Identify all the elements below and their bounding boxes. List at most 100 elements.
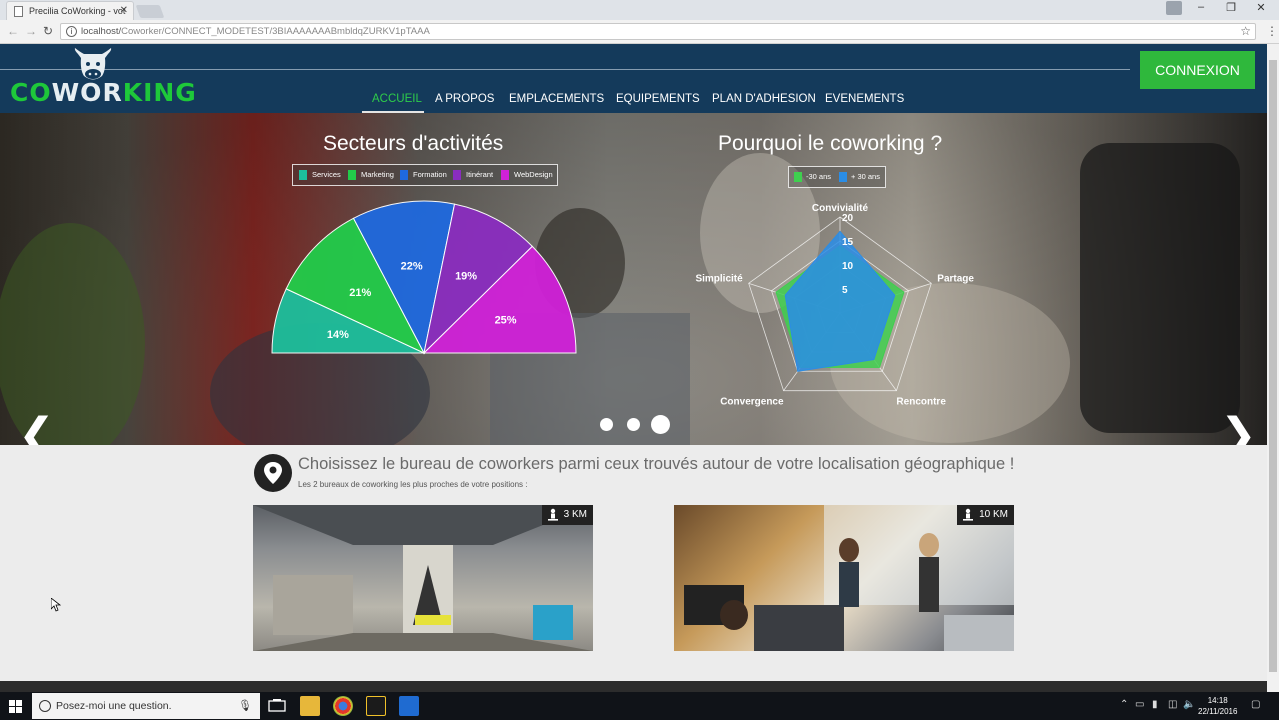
address-bar-row: ← → ↻ i localhost/Coworker/CONNECT_MODET… bbox=[0, 20, 1279, 44]
office-card-1[interactable]: 3 KM bbox=[253, 505, 593, 651]
radar-tick-label: 15 bbox=[842, 237, 854, 248]
browser-menu-icon[interactable]: ⋮ bbox=[1266, 24, 1278, 38]
browser-tab-bar: Precilia CoWorking - vot ✕ – ❐ ✕ bbox=[0, 0, 1279, 20]
legend-swatch-itinerant bbox=[453, 170, 461, 180]
logo-part-co: CO bbox=[10, 78, 52, 107]
radar-tick-label: 5 bbox=[842, 285, 848, 296]
tab-close-icon[interactable]: ✕ bbox=[120, 5, 128, 16]
microphone-icon[interactable]: 🎙 bbox=[238, 699, 252, 712]
nav-equipements[interactable]: EQUIPEMENTS bbox=[616, 93, 700, 105]
radar-tick-label: 10 bbox=[842, 261, 854, 272]
radar-axis-label: Partage bbox=[937, 273, 974, 284]
mouse-cursor-icon bbox=[51, 598, 61, 612]
location-heading: Choisissez le bureau de coworkers parmi … bbox=[298, 455, 1015, 473]
legend-label-marketing: Marketing bbox=[361, 170, 394, 179]
header-divider bbox=[0, 69, 1130, 70]
windows-taskbar: Posez-moi une question. 🎙 ⌃ ▭ ▮ ◫ 🔈 14:1… bbox=[0, 692, 1279, 720]
legend-swatch-under-30 bbox=[794, 172, 802, 182]
notifications-icon[interactable]: ▢ bbox=[1251, 699, 1260, 710]
browser-tab[interactable]: Precilia CoWorking - vot ✕ bbox=[6, 1, 134, 20]
profile-icon[interactable] bbox=[1166, 1, 1182, 15]
hero-photo-shapes bbox=[0, 143, 1240, 445]
logo-part-wor: WOR bbox=[51, 78, 123, 107]
restore-icon[interactable]: ❐ bbox=[1218, 1, 1244, 14]
legend-swatch-over-30 bbox=[839, 172, 847, 182]
app-icon[interactable] bbox=[366, 696, 386, 716]
walk-distance-icon bbox=[963, 508, 974, 521]
url-path: Coworker/CONNECT_MODETEST/3BIAAAAAAABmbl… bbox=[121, 26, 430, 37]
cortana-icon bbox=[39, 700, 51, 712]
carousel-dot-3-active[interactable] bbox=[651, 415, 670, 434]
taskbar-search-input[interactable]: Posez-moi une question. 🎙 bbox=[32, 693, 260, 719]
reload-icon[interactable]: ↻ bbox=[43, 24, 53, 38]
carousel-next-arrow[interactable]: ❯ bbox=[1220, 409, 1257, 445]
file-explorer-icon[interactable] bbox=[300, 696, 320, 716]
pie-value-label: 21% bbox=[349, 287, 371, 299]
nav-accueil[interactable]: ACCUEIL bbox=[372, 93, 422, 105]
new-tab-button[interactable] bbox=[135, 5, 165, 18]
radar-chart-title: Pourquoi le coworking ? bbox=[718, 132, 943, 155]
task-view-icon[interactable] bbox=[268, 699, 286, 713]
minimize-icon[interactable]: – bbox=[1188, 1, 1214, 13]
clock-time: 14:18 bbox=[1207, 696, 1228, 705]
nav-plan-adhesion[interactable]: PLAN D'ADHESION bbox=[712, 93, 816, 105]
nav-a-propos[interactable]: A PROPOS bbox=[435, 93, 494, 105]
radar-axis-label: Convergence bbox=[720, 397, 784, 408]
pie-value-label: 14% bbox=[327, 329, 349, 341]
legend-label-formation: Formation bbox=[413, 170, 447, 179]
windows-start-icon[interactable] bbox=[9, 700, 22, 713]
pie-value-label: 25% bbox=[495, 315, 517, 327]
distance-badge-2: 10 KM bbox=[957, 505, 1014, 525]
nav-evenements[interactable]: EVENEMENTS bbox=[825, 93, 904, 105]
bookmark-star-icon[interactable]: ☆ bbox=[1240, 24, 1251, 38]
distance-label-2: 10 KM bbox=[979, 509, 1008, 520]
back-icon[interactable]: ← bbox=[7, 24, 19, 38]
legend-swatch-formation bbox=[400, 170, 408, 180]
office-photo-2 bbox=[684, 505, 1014, 651]
page-scrollbar[interactable] bbox=[1267, 44, 1279, 692]
location-subtitle: Les 2 bureaux de coworking les plus proc… bbox=[298, 480, 528, 489]
pie-value-label: 19% bbox=[455, 271, 477, 283]
carousel-dot-2[interactable] bbox=[627, 418, 640, 431]
radar-axis-label: Rencontre bbox=[896, 397, 946, 408]
page-icon bbox=[14, 6, 23, 17]
radar-chart: 5 10 15 20Convivialité Partage Rencontre Conve… bbox=[695, 203, 974, 408]
volume-icon[interactable]: 🔈 bbox=[1183, 699, 1195, 710]
site-logo[interactable]: COWORKING bbox=[10, 78, 197, 107]
carousel-prev-arrow[interactable]: ❮ bbox=[18, 409, 55, 445]
radar-tick-label: 20 bbox=[842, 213, 854, 224]
distance-badge-1: 3 KM bbox=[541, 505, 593, 525]
chrome-icon[interactable] bbox=[333, 696, 353, 716]
radar-axis-label: Simplicité bbox=[695, 273, 743, 284]
legend-swatch-webdesign bbox=[501, 170, 509, 180]
network-icon[interactable]: ◫ bbox=[1168, 699, 1177, 710]
hero-carousel: Secteurs d'activités Services Marketing … bbox=[0, 113, 1267, 445]
battery-icon[interactable]: ▮ bbox=[1152, 699, 1158, 710]
login-button[interactable]: CONNEXION bbox=[1140, 51, 1255, 89]
nav-emplacements[interactable]: EMPLACEMENTS bbox=[509, 93, 604, 105]
office-photo-1 bbox=[253, 505, 593, 651]
url-host: localhost/ bbox=[81, 26, 122, 37]
location-pin-icon bbox=[254, 454, 292, 492]
carousel-dot-1[interactable] bbox=[600, 418, 613, 431]
scrollbar-thumb[interactable] bbox=[1269, 60, 1277, 672]
forward-icon[interactable]: → bbox=[25, 24, 37, 38]
url-input[interactable]: i localhost/Coworker/CONNECT_MODETEST/3B… bbox=[60, 23, 1256, 40]
close-window-icon[interactable]: ✕ bbox=[1248, 1, 1274, 14]
visual-studio-icon[interactable] bbox=[399, 696, 419, 716]
taskbar-clock[interactable]: 14:18 22/11/2016 bbox=[1198, 695, 1237, 717]
legend-label-services: Services bbox=[312, 170, 341, 179]
pie-chart-title: Secteurs d'activités bbox=[323, 132, 504, 155]
clock-date: 22/11/2016 bbox=[1198, 707, 1238, 716]
info-icon[interactable]: i bbox=[66, 26, 77, 37]
tray-chevron-icon[interactable]: ⌃ bbox=[1120, 699, 1128, 710]
legend-label-itinerant: Itinérant bbox=[466, 170, 494, 179]
logo-part-king: KING bbox=[122, 78, 197, 107]
site-header: COWORKING ACCUEIL A PROPOS EMPLACEMENTS … bbox=[0, 44, 1267, 113]
office-card-2[interactable]: 10 KM bbox=[674, 505, 1014, 651]
pie-legend: Services Marketing Formation Itinérant W… bbox=[292, 164, 558, 186]
tray-app-icon[interactable]: ▭ bbox=[1135, 699, 1144, 710]
pie-value-label: 22% bbox=[401, 261, 423, 273]
page-footer bbox=[0, 681, 1267, 692]
radar-axis-label: Convivialité bbox=[812, 203, 869, 214]
